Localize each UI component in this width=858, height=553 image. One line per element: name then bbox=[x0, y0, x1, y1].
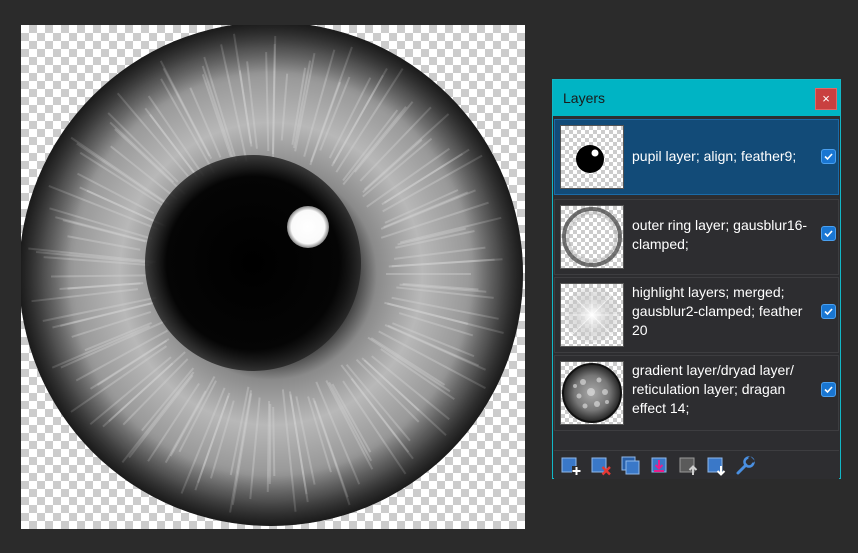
ring-thumbnail-icon bbox=[562, 207, 622, 267]
close-button[interactable]: × bbox=[815, 88, 837, 110]
app-window: Layers × pupil layer; align; feather9; o… bbox=[0, 0, 858, 553]
layer-item-outer-ring[interactable]: outer ring layer; gausblur16-clamped; bbox=[554, 199, 839, 275]
merge-layer-down-icon bbox=[651, 457, 667, 473]
duplicate-layer-button[interactable] bbox=[620, 455, 642, 477]
wrench-icon bbox=[736, 455, 756, 475]
checkmark-icon bbox=[824, 230, 833, 238]
layer-thumbnail bbox=[560, 125, 624, 189]
layer-name: outer ring layer; gausblur16-clamped; bbox=[632, 217, 808, 252]
layer-name: pupil layer; align; feather9; bbox=[632, 148, 797, 164]
layer-thumbnail bbox=[560, 205, 624, 269]
layer-list: pupil layer; align; feather9; outer ring… bbox=[554, 119, 839, 449]
merge-layer-down-button[interactable] bbox=[650, 455, 672, 477]
layer-visibility-checkbox[interactable] bbox=[821, 226, 836, 241]
layer-visibility-checkbox[interactable] bbox=[821, 304, 836, 319]
checkmark-icon bbox=[824, 153, 833, 161]
layer-thumbnail bbox=[560, 283, 624, 347]
delete-layer-icon bbox=[591, 457, 611, 476]
move-layer-up-icon bbox=[679, 457, 698, 475]
layer-visibility-checkbox[interactable] bbox=[821, 149, 836, 164]
layers-toolbar bbox=[554, 450, 839, 479]
panel-title: Layers bbox=[563, 90, 606, 106]
panel-header[interactable]: Layers × bbox=[553, 80, 840, 116]
checkmark-icon bbox=[824, 386, 833, 394]
layer-item-highlight[interactable]: highlight layers; merged; gausblur2-clam… bbox=[554, 277, 839, 353]
layer-thumbnail bbox=[560, 361, 624, 425]
eye-image bbox=[21, 25, 523, 526]
move-layer-down-button[interactable] bbox=[706, 455, 728, 477]
layer-item-gradient[interactable]: gradient layer/dryad layer/ reticulation… bbox=[554, 355, 839, 431]
layer-name: gradient layer/dryad layer/ reticulation… bbox=[632, 362, 794, 416]
move-layer-down-icon bbox=[707, 457, 726, 476]
layer-item-pupil[interactable]: pupil layer; align; feather9; bbox=[554, 119, 839, 195]
duplicate-layer-icon bbox=[621, 456, 640, 475]
iris-thumbnail-icon bbox=[562, 363, 622, 423]
layers-panel: Layers × pupil layer; align; feather9; o… bbox=[552, 79, 841, 479]
add-layer-button[interactable] bbox=[560, 455, 582, 477]
layer-name: highlight layers; merged; gausblur2-clam… bbox=[632, 284, 803, 338]
delete-layer-button[interactable] bbox=[590, 455, 612, 477]
highlight-thumbnail-icon bbox=[564, 287, 620, 343]
layer-visibility-checkbox[interactable] bbox=[821, 382, 836, 397]
add-layer-icon bbox=[561, 457, 581, 475]
layer-properties-button[interactable] bbox=[734, 455, 756, 477]
checkmark-icon bbox=[824, 308, 833, 316]
image-canvas[interactable] bbox=[21, 25, 525, 529]
pupil-thumbnail-icon bbox=[576, 145, 604, 173]
move-layer-up-button[interactable] bbox=[678, 455, 700, 477]
